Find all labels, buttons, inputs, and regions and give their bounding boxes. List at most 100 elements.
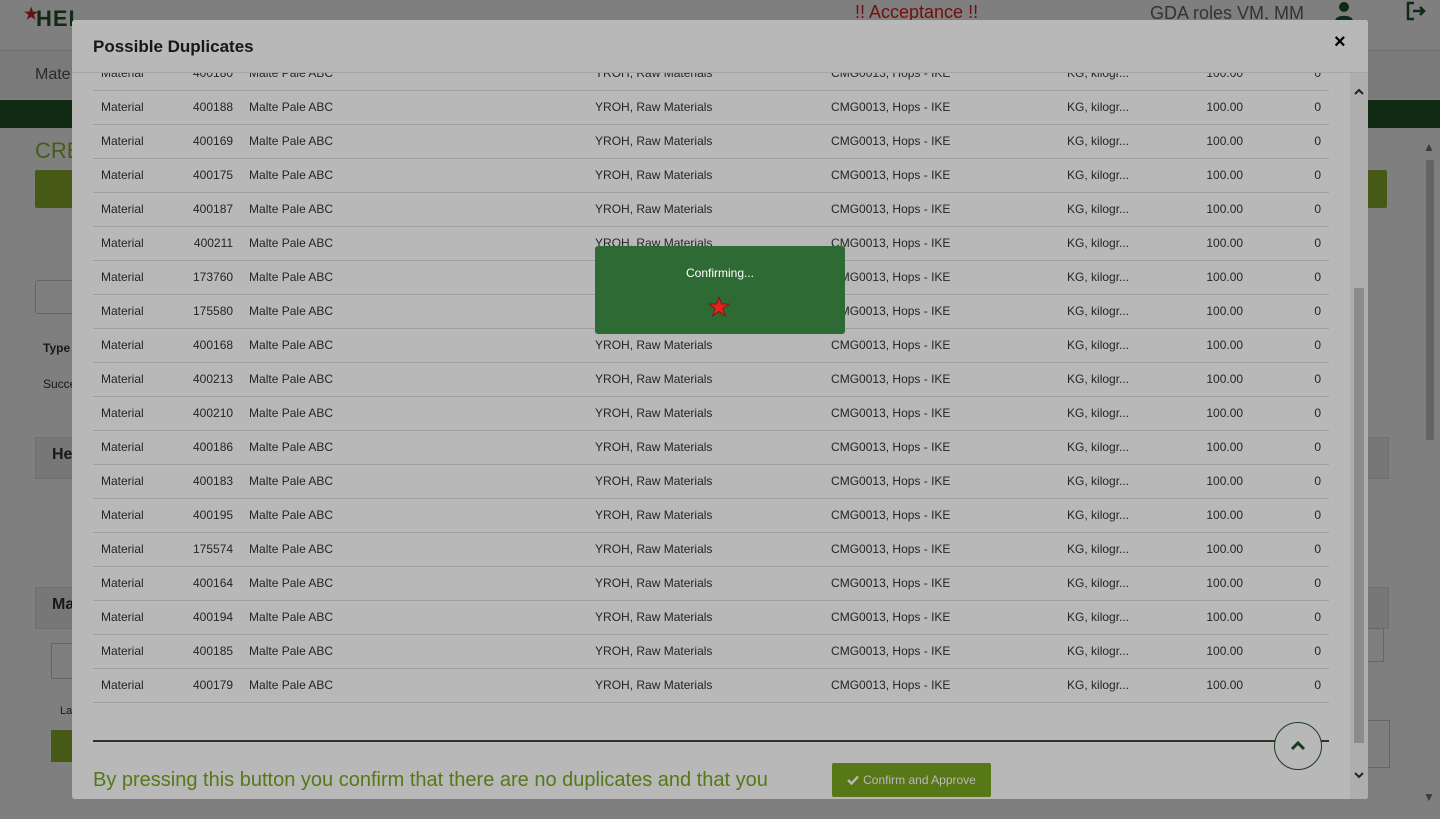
cell-material-type: YROH, Raw Materials bbox=[595, 508, 713, 522]
cell-description: Malte Pale ABC bbox=[249, 406, 334, 420]
modal-header: Possible Duplicates × bbox=[72, 20, 1368, 73]
cell-material-group: CMG0013, Hops - IKE bbox=[831, 304, 951, 318]
table-row[interactable]: Material 400175 Malte Pale ABC YROH, Raw Ma… bbox=[93, 158, 1329, 192]
cell-description: Malte Pale ABC bbox=[249, 100, 334, 114]
cell-material-type: YROH, Raw Materials bbox=[595, 168, 713, 182]
modal-scrollbar[interactable] bbox=[1350, 73, 1368, 799]
cell-type: Material bbox=[101, 678, 144, 692]
scroll-to-top-button[interactable] bbox=[1274, 722, 1322, 770]
cell-description: Malte Pale ABC bbox=[249, 270, 334, 284]
cell-material-type: YROH, Raw Materials bbox=[595, 474, 713, 488]
cell-number: 173760 bbox=[193, 270, 234, 284]
cell-type: Material bbox=[101, 440, 144, 454]
cell-count: 0 bbox=[1314, 542, 1321, 556]
cell-type: Material bbox=[101, 406, 144, 420]
cell-type: Material bbox=[101, 270, 144, 284]
close-icon[interactable]: × bbox=[1334, 32, 1346, 52]
cell-description: Malte Pale ABC bbox=[249, 610, 334, 624]
table-row[interactable]: Material 400183 Malte Pale ABC YROH, Raw Ma… bbox=[93, 464, 1329, 498]
cell-quantity: 100.00 bbox=[1206, 610, 1244, 624]
cell-material-group: CMG0013, Hops - IKE bbox=[831, 474, 951, 488]
cell-material-group: CMG0013, Hops - IKE bbox=[831, 270, 951, 284]
cell-material-type: YROH, Raw Materials bbox=[595, 440, 713, 454]
cell-uom: KG, kilogr... bbox=[1067, 644, 1130, 658]
cell-type: Material bbox=[101, 202, 144, 216]
cell-material-group: CMG0013, Hops - IKE bbox=[831, 338, 951, 352]
table-row[interactable]: Material 400186 Malte Pale ABC YROH, Raw Ma… bbox=[93, 430, 1329, 464]
cell-description: Malte Pale ABC bbox=[249, 168, 334, 182]
cell-uom: KG, kilogr... bbox=[1067, 304, 1130, 318]
cell-material-group: CMG0013, Hops - IKE bbox=[831, 440, 951, 454]
modal-title: Possible Duplicates bbox=[93, 37, 254, 56]
cell-material-group: CMG0013, Hops - IKE bbox=[831, 372, 951, 386]
cell-description: Malte Pale ABC bbox=[241, 73, 587, 90]
chevron-up-icon[interactable] bbox=[1352, 85, 1366, 99]
cell-material-group: CMG0013, Hops - IKE bbox=[831, 678, 951, 692]
cell-quantity: 100.00 bbox=[1206, 678, 1244, 692]
cell-count: 0 bbox=[1314, 338, 1321, 352]
cell-number: 400211 bbox=[193, 236, 234, 250]
cell-count: 0 bbox=[1314, 270, 1321, 284]
cell-type: Material bbox=[101, 100, 144, 114]
cell-type: Material bbox=[101, 542, 144, 556]
cell-quantity: 100.00 bbox=[1165, 73, 1251, 90]
table-row[interactable]: Material 400164 Malte Pale ABC YROH, Raw Ma… bbox=[93, 566, 1329, 600]
cell-description: Malte Pale ABC bbox=[249, 508, 334, 522]
cell-count: 0 bbox=[1314, 134, 1321, 148]
table-row[interactable]: Material 400195 Malte Pale ABC YROH, Raw Ma… bbox=[93, 498, 1329, 532]
table-row[interactable]: Material 400210 Malte Pale ABC YROH, Raw Ma… bbox=[93, 396, 1329, 430]
cell-material-type: YROH, Raw Materials bbox=[587, 73, 823, 90]
cell-material-group: CMG0013, Hops - IKE bbox=[831, 168, 951, 182]
star-icon bbox=[708, 296, 730, 318]
table-row[interactable]: Material 400188 Malte Pale ABC YROH, Raw Ma… bbox=[93, 90, 1329, 124]
cell-quantity: 100.00 bbox=[1206, 202, 1244, 216]
table-row[interactable]: Material 400187 Malte Pale ABC YROH, Raw Ma… bbox=[93, 192, 1329, 226]
cell-number: 175574 bbox=[193, 542, 234, 556]
cell-material-type: YROH, Raw Materials bbox=[595, 542, 713, 556]
cell-count: 0 bbox=[1314, 474, 1321, 488]
confirm-approve-button[interactable]: Confirm and Approve bbox=[832, 763, 991, 797]
cell-quantity: 100.00 bbox=[1206, 508, 1244, 522]
chevron-down-icon[interactable] bbox=[1352, 768, 1366, 782]
cell-number: 400180 bbox=[185, 73, 241, 90]
cell-uom: KG, kilogr... bbox=[1067, 338, 1130, 352]
table-row[interactable]: Material 400185 Malte Pale ABC YROH, Raw Ma… bbox=[93, 634, 1329, 668]
cell-type: Material bbox=[101, 474, 144, 488]
cell-description: Malte Pale ABC bbox=[249, 576, 334, 590]
table-row[interactable]: Material 400179 Malte Pale ABC YROH, Raw Ma… bbox=[93, 668, 1329, 702]
table-row[interactable]: Material 175574 Malte Pale ABC YROH, Raw Ma… bbox=[93, 532, 1329, 566]
cell-quantity: 100.00 bbox=[1206, 270, 1244, 284]
cell-uom: KG, kilogr... bbox=[1067, 474, 1130, 488]
table-row[interactable]: Material 400169 Malte Pale ABC YROH, Raw Ma… bbox=[93, 124, 1329, 158]
cell-count: 0 bbox=[1314, 372, 1321, 386]
cell-material-type: YROH, Raw Materials bbox=[595, 202, 713, 216]
cell-uom: KG, kilogr... bbox=[1067, 236, 1130, 250]
cell-uom: KG, kilogr... bbox=[1067, 134, 1130, 148]
table-row[interactable]: Material400180Malte Pale ABCYROH, Raw Ma… bbox=[93, 73, 1329, 90]
duplicates-table: Material400180Malte Pale ABCYROH, Raw Ma… bbox=[93, 73, 1329, 703]
cell-type: Material bbox=[93, 73, 185, 90]
cell-quantity: 100.00 bbox=[1206, 338, 1244, 352]
confirming-text: Confirming... bbox=[685, 266, 755, 280]
cell-description: Malte Pale ABC bbox=[249, 440, 334, 454]
cell-count: 0 bbox=[1251, 73, 1329, 90]
cell-uom: KG, kilogr... bbox=[1067, 576, 1130, 590]
cell-number: 400185 bbox=[193, 644, 234, 658]
cell-uom: KG, kilogr... bbox=[1059, 73, 1165, 90]
cell-quantity: 100.00 bbox=[1206, 406, 1244, 420]
cell-type: Material bbox=[101, 338, 144, 352]
modal-scrollbar-thumb[interactable] bbox=[1354, 288, 1364, 743]
cell-type: Material bbox=[101, 610, 144, 624]
cell-uom: KG, kilogr... bbox=[1067, 168, 1130, 182]
cell-type: Material bbox=[101, 134, 144, 148]
cell-number: 400169 bbox=[193, 134, 234, 148]
cell-description: Malte Pale ABC bbox=[249, 678, 334, 692]
cell-quantity: 100.00 bbox=[1206, 474, 1244, 488]
cell-count: 0 bbox=[1314, 508, 1321, 522]
confirm-instructions: By pressing this button you confirm that… bbox=[93, 769, 768, 791]
table-row[interactable]: Material 400194 Malte Pale ABC YROH, Raw Ma… bbox=[93, 600, 1329, 634]
table-row[interactable]: Material 400213 Malte Pale ABC YROH, Raw Ma… bbox=[93, 362, 1329, 396]
cell-material-type: YROH, Raw Materials bbox=[595, 576, 713, 590]
cell-material-group: CMG0013, Hops - IKE bbox=[831, 406, 951, 420]
cell-count: 0 bbox=[1314, 202, 1321, 216]
